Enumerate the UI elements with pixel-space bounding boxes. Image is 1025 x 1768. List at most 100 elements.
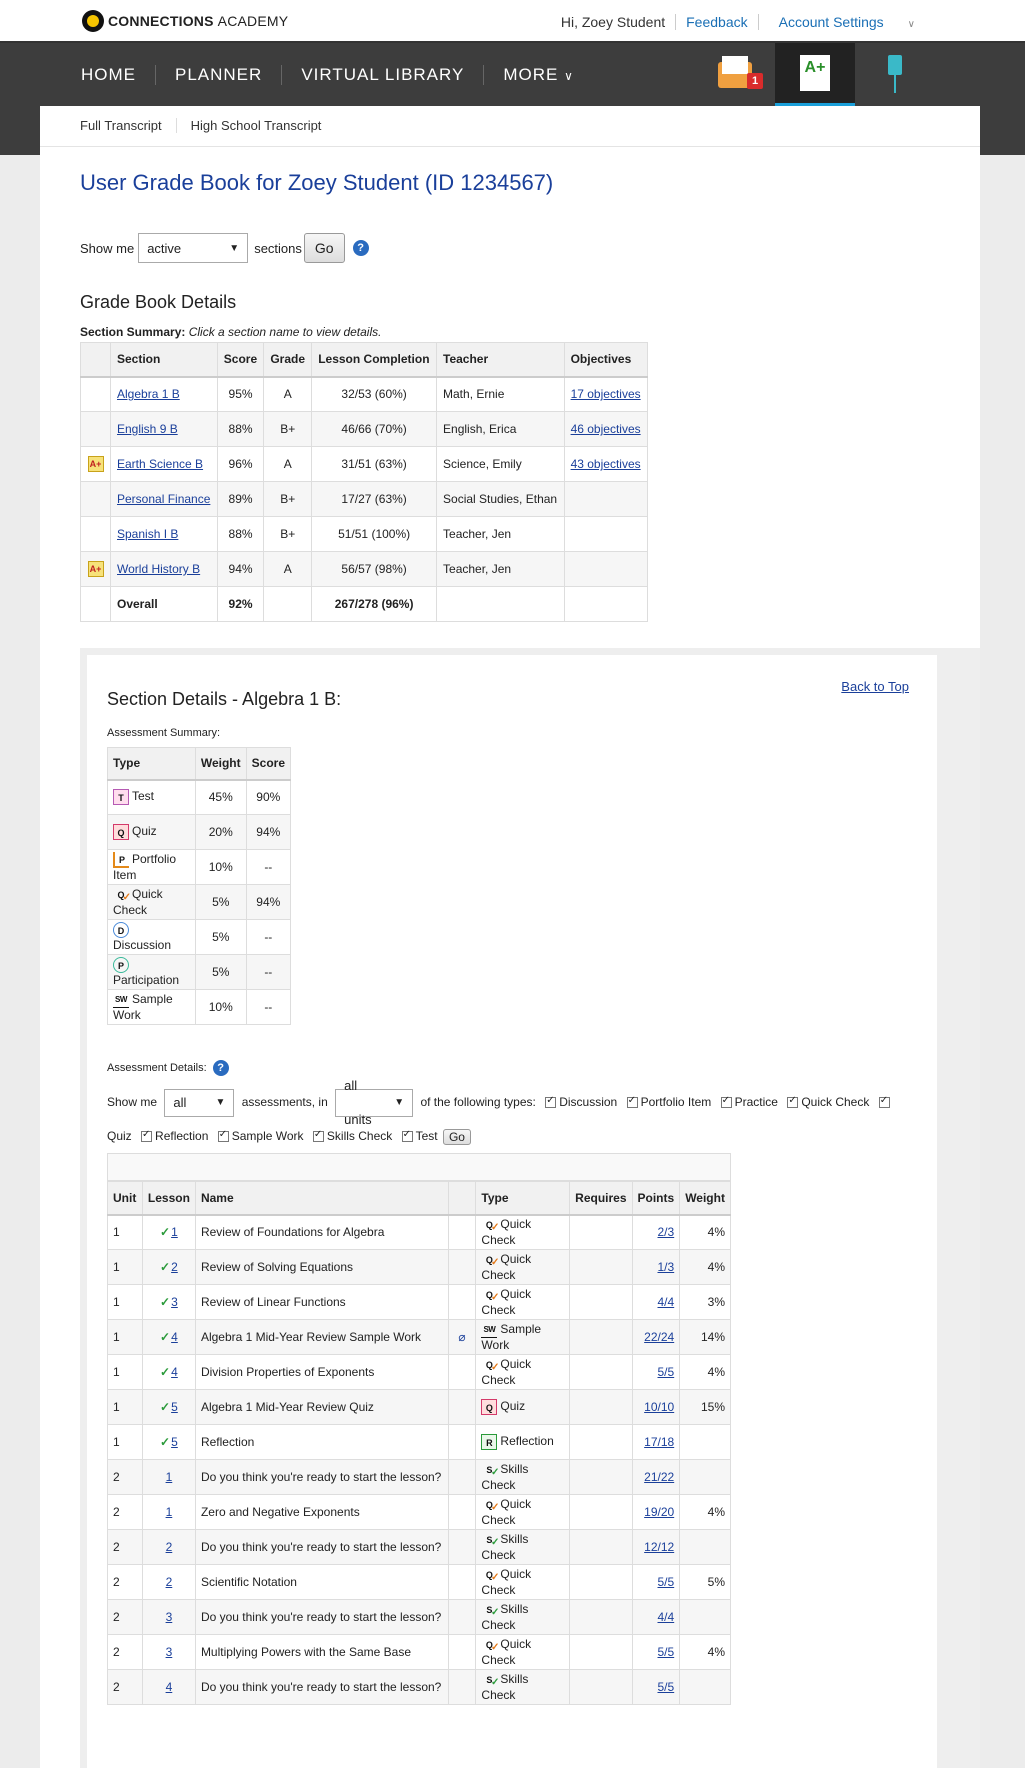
type-checkbox[interactable] <box>217 1128 229 1143</box>
help-icon[interactable]: ? <box>212 1060 229 1076</box>
full-transcript-link[interactable]: Full Transcript <box>80 118 176 133</box>
messages-button[interactable]: 1 <box>695 43 775 106</box>
type-checkbox[interactable] <box>141 1128 153 1143</box>
sections-select-value: active <box>147 240 182 256</box>
type-checkbox[interactable] <box>720 1094 732 1109</box>
section-link[interactable]: Spanish I B <box>117 527 178 541</box>
nav-home[interactable]: HOME <box>81 65 155 85</box>
lesson-link[interactable]: 3 <box>166 1610 173 1624</box>
subnav: Full Transcript High School Transcript <box>80 118 335 133</box>
feedback-link[interactable]: Feedback <box>676 14 757 30</box>
points-link[interactable]: 5/5 <box>658 1575 675 1589</box>
lesson-link[interactable]: 3 <box>171 1295 178 1309</box>
assessment-count-select[interactable]: all ▼ <box>164 1088 235 1117</box>
type-checkbox[interactable] <box>401 1128 413 1143</box>
lesson-link[interactable]: 4 <box>171 1365 178 1379</box>
points-link[interactable]: 2/3 <box>658 1225 675 1239</box>
column-header: Name <box>194 1181 449 1216</box>
help-icon[interactable]: ? <box>352 240 369 256</box>
lesson-link[interactable]: 2 <box>166 1540 173 1554</box>
points-link[interactable]: 22/24 <box>644 1330 674 1344</box>
lesson-link[interactable]: 1 <box>166 1470 173 1484</box>
section-link[interactable]: Algebra 1 B <box>117 387 180 401</box>
type-cell: QQuick Check <box>107 884 196 920</box>
lesson-link[interactable]: 3 <box>166 1645 173 1659</box>
section-summary-hint: Click a section name to view details. <box>188 325 382 339</box>
section-link[interactable]: Earth Science B <box>117 457 203 471</box>
objectives-link[interactable]: 46 objectives <box>571 422 641 436</box>
assessment-summary-table: Type Weight Score T Test 45% 90% Q Quiz 20% 94%… <box>107 747 292 1025</box>
units-select[interactable]: all units ▼ <box>335 1078 414 1127</box>
type-cell: QQuick Check <box>475 1634 571 1670</box>
weight-cell: 10% <box>194 849 247 885</box>
pin-button[interactable] <box>855 43 935 106</box>
type-label: Quiz <box>132 824 157 839</box>
type-checkbox[interactable] <box>626 1094 638 1109</box>
sections-select[interactable]: active ▼ <box>138 233 249 263</box>
type-filter-option: Quick Check <box>781 1094 869 1109</box>
type-cell: R Reflection <box>475 1424 571 1460</box>
flag-column-header <box>80 342 111 378</box>
grade-cell: A <box>263 376 313 412</box>
types-label: of the following types: <box>420 1095 536 1109</box>
hs-transcript-link[interactable]: High School Transcript <box>175 118 336 133</box>
points-link[interactable]: 10/10 <box>644 1400 674 1414</box>
nav-virtual-library[interactable]: VIRTUAL LIBRARY <box>281 65 483 85</box>
points-link[interactable]: 4/4 <box>658 1610 675 1624</box>
section-link[interactable]: Personal Finance <box>117 492 210 506</box>
type-checkbox[interactable] <box>545 1094 557 1109</box>
type-checkbox[interactable] <box>878 1094 890 1109</box>
lesson-cell: 3 <box>141 1599 196 1635</box>
lesson-link[interactable]: 4 <box>166 1680 173 1694</box>
type-filter-option: Skills Check <box>307 1128 392 1143</box>
type-cell: SW Sample Work <box>475 1319 571 1355</box>
type-cell: SSkills Check <box>475 1459 571 1495</box>
section-link[interactable]: English 9 B <box>117 422 178 436</box>
attachment-icon[interactable]: ⌀ <box>458 1330 465 1344</box>
objectives-link[interactable]: 43 objectives <box>571 457 641 471</box>
points-link[interactable]: 17/18 <box>644 1435 674 1449</box>
account-settings-link[interactable]: Account Settings ∨ <box>759 14 935 30</box>
column-header: Unit <box>107 1181 143 1216</box>
table-row: QQuick Check5%94% <box>107 884 292 920</box>
lesson-link[interactable]: 5 <box>171 1435 178 1449</box>
points-link[interactable]: 12/12 <box>644 1540 674 1554</box>
gradebook-button[interactable]: A+ <box>775 43 855 106</box>
points-link[interactable]: 5/5 <box>658 1365 675 1379</box>
lesson-link[interactable]: 1 <box>166 1505 173 1519</box>
lesson-link[interactable]: 4 <box>171 1330 178 1344</box>
points-cell: 5/5 <box>631 1354 681 1390</box>
section-link[interactable]: World History B <box>117 562 200 576</box>
nav-more[interactable]: MORE ∨ <box>483 65 593 85</box>
lesson-cell: ✓5 <box>141 1424 196 1460</box>
points-link[interactable]: 21/22 <box>644 1470 674 1484</box>
type-checkbox-label: Sample Work <box>231 1129 304 1143</box>
points-link[interactable]: 4/4 <box>658 1295 675 1309</box>
logo[interactable]: CONNECTIONS ACADEMY <box>82 10 288 32</box>
grade-cell: A <box>263 446 313 482</box>
lesson-link[interactable]: 1 <box>171 1225 178 1239</box>
column-header: Score <box>245 747 292 781</box>
score-cell: 95% <box>216 376 265 412</box>
lesson-link[interactable]: 2 <box>171 1260 178 1274</box>
sections-label: sections <box>254 240 302 256</box>
score-cell: 96% <box>216 446 265 482</box>
flag-cell <box>80 481 111 517</box>
points-link[interactable]: 5/5 <box>658 1680 675 1694</box>
main-card: Full Transcript High School Transcript U… <box>40 106 980 1768</box>
points-link[interactable]: 1/3 <box>658 1260 675 1274</box>
back-to-top-link[interactable]: Back to Top <box>841 679 909 694</box>
type-checkbox[interactable] <box>312 1128 324 1143</box>
points-link[interactable]: 5/5 <box>658 1645 675 1659</box>
table-row: 2 3 Do you think you're ready to start the… <box>107 1599 731 1635</box>
lesson-link[interactable]: 2 <box>166 1575 173 1589</box>
quick-check-icon: Q <box>481 1357 500 1376</box>
nav-planner[interactable]: PLANNER <box>155 65 281 85</box>
points-link[interactable]: 19/20 <box>644 1505 674 1519</box>
go-button[interactable]: Go <box>303 233 345 263</box>
objectives-link[interactable]: 17 objectives <box>571 387 641 401</box>
requires-cell <box>569 1319 633 1355</box>
type-checkbox[interactable] <box>787 1094 799 1109</box>
filter-go-button[interactable]: Go <box>442 1128 471 1145</box>
lesson-link[interactable]: 5 <box>171 1400 178 1414</box>
